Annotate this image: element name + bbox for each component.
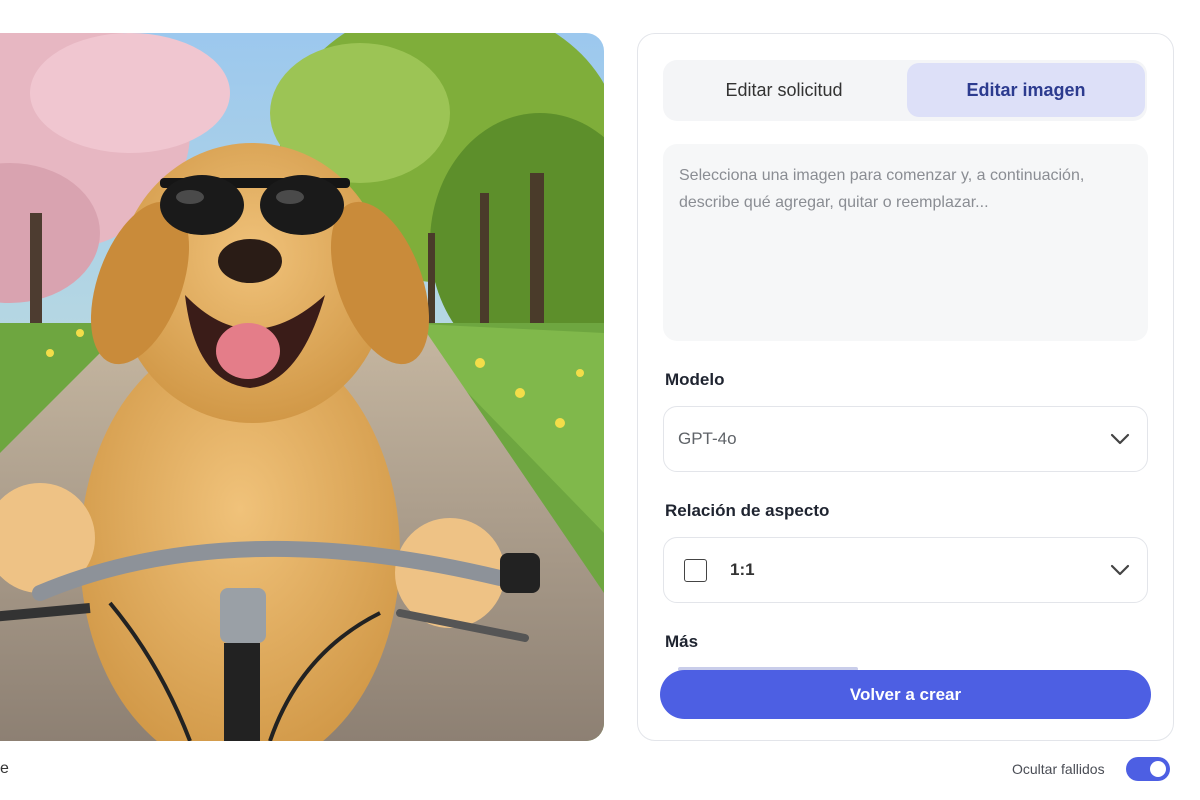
recreate-button[interactable]: Volver a crear <box>660 670 1151 719</box>
toggle-knob <box>1150 761 1166 777</box>
tab-edit-request[interactable]: Editar solicitud <box>666 63 902 117</box>
dog-on-bicycle-illustration <box>0 33 604 741</box>
model-select[interactable]: GPT-4o <box>663 406 1148 472</box>
square-ratio-icon <box>684 559 707 582</box>
edit-prompt-input[interactable] <box>663 144 1148 341</box>
more-options-label[interactable]: Más <box>665 632 698 652</box>
chevron-down-icon <box>1110 564 1130 576</box>
mode-tabs: Editar solicitud Editar imagen <box>663 60 1147 121</box>
aspect-ratio-select[interactable]: 1:1 <box>663 537 1148 603</box>
model-label: Modelo <box>665 370 725 389</box>
aspect-ratio-label: Relación de aspecto <box>665 501 830 520</box>
generated-image-preview[interactable] <box>0 33 604 741</box>
hide-failed-label: Ocultar fallidos <box>1012 761 1105 777</box>
tab-edit-image[interactable]: Editar imagen <box>907 63 1145 117</box>
model-value: GPT-4o <box>678 429 737 448</box>
hide-failed-toggle[interactable] <box>1126 757 1170 781</box>
chevron-down-icon <box>1110 433 1130 445</box>
aspect-ratio-value: 1:1 <box>730 560 755 579</box>
truncated-caption: e <box>0 760 9 777</box>
edit-panel: Editar solicitud Editar imagen Modelo GP… <box>637 33 1174 741</box>
